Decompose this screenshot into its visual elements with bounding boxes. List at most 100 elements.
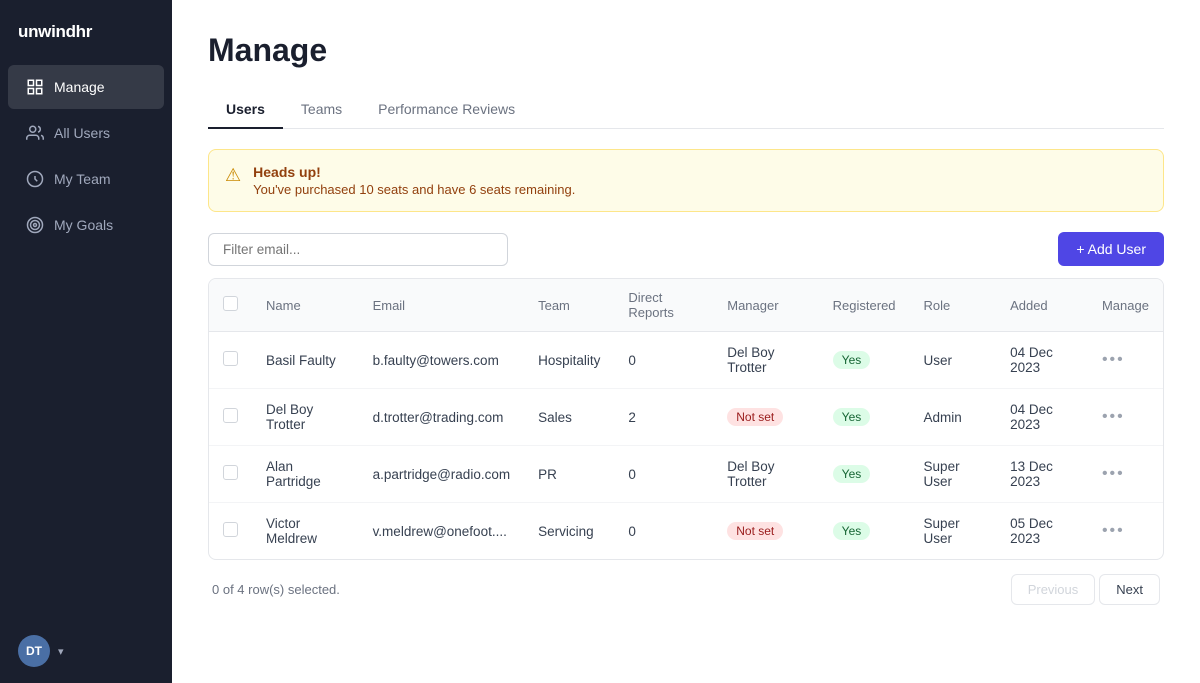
table-row: Alan Partridge a.partridge@radio.com PR … <box>209 446 1163 503</box>
more-options-button[interactable]: ••• <box>1102 351 1125 368</box>
row-team: PR <box>524 446 614 503</box>
row-direct-reports: 0 <box>614 332 713 389</box>
row-checkbox-2[interactable] <box>223 465 238 480</box>
pagination: Previous Next <box>1011 574 1160 605</box>
previous-button[interactable]: Previous <box>1011 574 1096 605</box>
row-team: Sales <box>524 389 614 446</box>
row-added: 05 Dec 2023 <box>996 503 1088 560</box>
page-title: Manage <box>208 32 1164 69</box>
col-role: Role <box>910 279 997 332</box>
tab-users[interactable]: Users <box>208 93 283 129</box>
sidebar-footer[interactable]: DT ▾ <box>0 619 172 683</box>
grid-icon <box>26 78 44 96</box>
alert-text: You've purchased 10 seats and have 6 sea… <box>253 182 575 197</box>
row-manage-actions[interactable]: ••• <box>1088 332 1163 389</box>
col-added: Added <box>996 279 1088 332</box>
registered-badge: Yes <box>833 351 871 369</box>
row-direct-reports: 0 <box>614 503 713 560</box>
avatar: DT <box>18 635 50 667</box>
row-manager: Del Boy Trotter <box>713 332 818 389</box>
table-row: Victor Meldrew v.meldrew@onefoot.... Ser… <box>209 503 1163 560</box>
alert-title: Heads up! <box>253 164 575 180</box>
col-manager: Manager <box>713 279 818 332</box>
team-icon <box>26 170 44 188</box>
app-logo: unwindhr <box>0 0 172 60</box>
row-direct-reports: 2 <box>614 389 713 446</box>
col-manage: Manage <box>1088 279 1163 332</box>
row-manage-actions[interactable]: ••• <box>1088 503 1163 560</box>
row-manage-actions[interactable]: ••• <box>1088 389 1163 446</box>
row-checkbox-cell <box>209 503 252 560</box>
manager-name: Del Boy Trotter <box>727 345 774 375</box>
row-email: b.faulty@towers.com <box>359 332 525 389</box>
more-options-button[interactable]: ••• <box>1102 408 1125 425</box>
row-manager: Not set <box>713 503 818 560</box>
row-checkbox-cell <box>209 389 252 446</box>
select-all-checkbox[interactable] <box>223 296 238 311</box>
more-options-button[interactable]: ••• <box>1102 522 1125 539</box>
toolbar: + Add User <box>208 232 1164 266</box>
main-content-area: Manage Users Teams Performance Reviews ⚠… <box>172 0 1200 683</box>
alert-banner: ⚠ Heads up! You've purchased 10 seats an… <box>208 149 1164 212</box>
row-email: a.partridge@radio.com <box>359 446 525 503</box>
row-registered: Yes <box>819 332 910 389</box>
next-button[interactable]: Next <box>1099 574 1160 605</box>
row-registered: Yes <box>819 389 910 446</box>
row-checkbox-cell <box>209 332 252 389</box>
row-team: Servicing <box>524 503 614 560</box>
row-registered: Yes <box>819 503 910 560</box>
sidebar-item-label: All Users <box>54 125 110 141</box>
target-icon <box>26 216 44 234</box>
sidebar-item-my-team[interactable]: My Team <box>8 157 164 201</box>
chevron-down-icon: ▾ <box>58 645 64 658</box>
row-checkbox-1[interactable] <box>223 408 238 423</box>
more-options-button[interactable]: ••• <box>1102 465 1125 482</box>
sidebar-item-all-users[interactable]: All Users <box>8 111 164 155</box>
sidebar-item-label: My Team <box>54 171 111 187</box>
col-team: Team <box>524 279 614 332</box>
row-email: v.meldrew@onefoot.... <box>359 503 525 560</box>
row-role: Super User <box>910 446 997 503</box>
row-role: Super User <box>910 503 997 560</box>
row-email: d.trotter@trading.com <box>359 389 525 446</box>
row-checkbox-0[interactable] <box>223 351 238 366</box>
tabs-bar: Users Teams Performance Reviews <box>208 93 1164 129</box>
sidebar-item-my-goals[interactable]: My Goals <box>8 203 164 247</box>
row-direct-reports: 0 <box>614 446 713 503</box>
row-name: Victor Meldrew <box>252 503 359 560</box>
col-registered: Registered <box>819 279 910 332</box>
manager-name: Del Boy Trotter <box>727 459 774 489</box>
registered-badge: Yes <box>833 522 871 540</box>
row-checkbox-cell <box>209 446 252 503</box>
add-user-button[interactable]: + Add User <box>1058 232 1164 266</box>
alert-icon: ⚠ <box>225 165 241 186</box>
row-registered: Yes <box>819 446 910 503</box>
selection-count: 0 of 4 row(s) selected. <box>212 582 340 597</box>
row-added: 04 Dec 2023 <box>996 332 1088 389</box>
sidebar-nav: Manage All Users My Team M <box>0 60 172 619</box>
col-direct-reports: Direct Reports <box>614 279 713 332</box>
sidebar-item-label: Manage <box>54 79 105 95</box>
row-checkbox-3[interactable] <box>223 522 238 537</box>
filter-email-input[interactable] <box>208 233 508 266</box>
table-row: Basil Faulty b.faulty@towers.com Hospita… <box>209 332 1163 389</box>
col-email: Email <box>359 279 525 332</box>
row-manager: Del Boy Trotter <box>713 446 818 503</box>
manager-badge: Not set <box>727 522 783 540</box>
users-icon <box>26 124 44 142</box>
row-name: Del Boy Trotter <box>252 389 359 446</box>
tab-performance-reviews[interactable]: Performance Reviews <box>360 93 533 129</box>
col-name: Name <box>252 279 359 332</box>
users-table: Name Email Team Direct Reports Manager R… <box>208 278 1164 560</box>
sidebar-item-manage[interactable]: Manage <box>8 65 164 109</box>
row-manage-actions[interactable]: ••• <box>1088 446 1163 503</box>
row-name: Basil Faulty <box>252 332 359 389</box>
row-name: Alan Partridge <box>252 446 359 503</box>
table-footer: 0 of 4 row(s) selected. Previous Next <box>208 560 1164 605</box>
registered-badge: Yes <box>833 465 871 483</box>
registered-badge: Yes <box>833 408 871 426</box>
tab-teams[interactable]: Teams <box>283 93 360 129</box>
sidebar-item-label: My Goals <box>54 217 113 233</box>
table-row: Del Boy Trotter d.trotter@trading.com Sa… <box>209 389 1163 446</box>
manager-badge: Not set <box>727 408 783 426</box>
